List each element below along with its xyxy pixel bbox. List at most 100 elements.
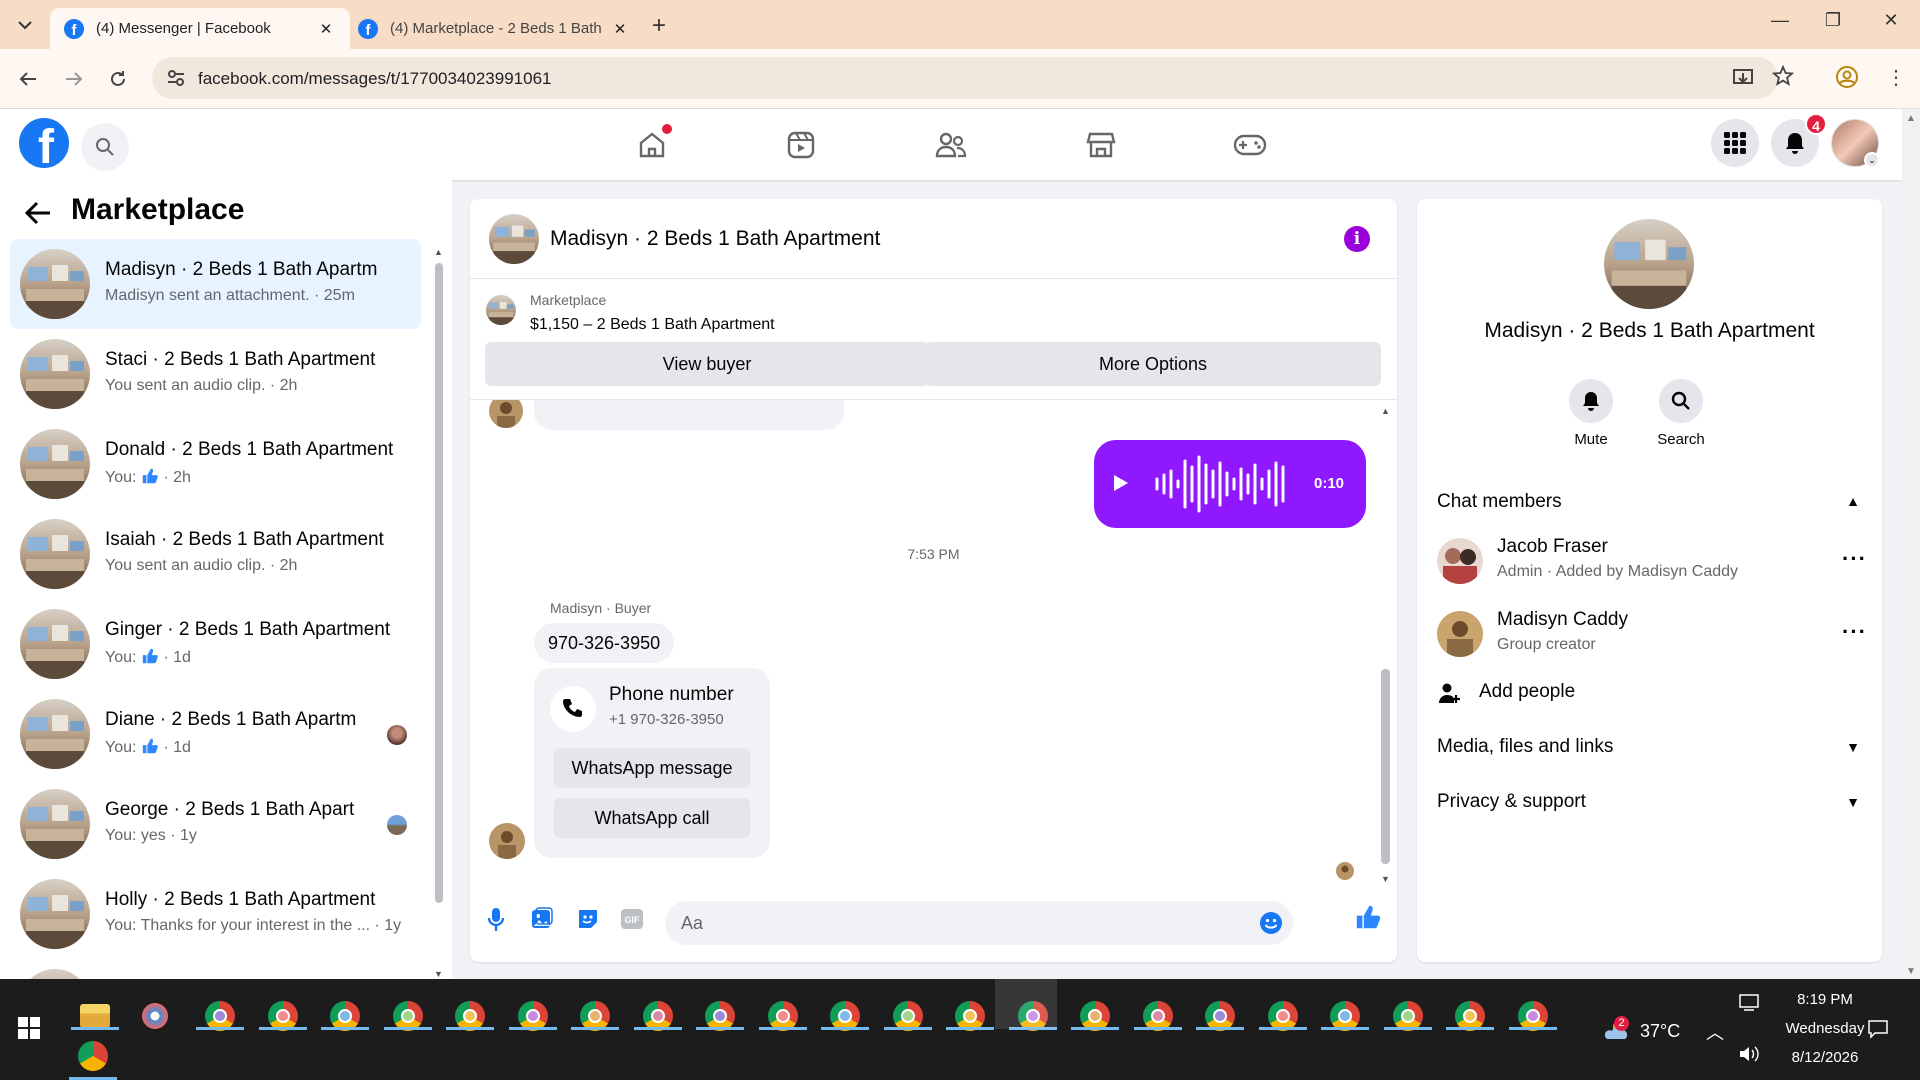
chevron-up-icon[interactable]: ︿	[1706, 1019, 1724, 1045]
arrow-left-icon	[19, 72, 36, 86]
paint-app-icon[interactable]	[140, 1001, 170, 1031]
close-window-button[interactable]: ✕	[1876, 10, 1906, 31]
scroll-up-arrow-icon[interactable]: ▲	[1906, 113, 1916, 124]
windows-start-icon[interactable]	[18, 1017, 40, 1039]
chat-avatar[interactable]	[489, 214, 539, 264]
like-thumbs-up-icon[interactable]	[1354, 903, 1382, 931]
scroll-down-arrow-icon[interactable]: ▼	[1906, 966, 1916, 977]
conversation-item-ginger[interactable]: Ginger · 2 Beds 1 Bath Apartment You: · …	[10, 599, 421, 689]
minimize-button[interactable]: —	[1765, 10, 1795, 31]
emoji-icon[interactable]	[1259, 911, 1283, 935]
back-arrow-icon[interactable]	[24, 200, 52, 226]
sidebar-scroll-thumb[interactable]	[435, 263, 443, 903]
scroll-up-arrow-icon[interactable]: ▲	[434, 247, 443, 257]
whatsapp-call-button[interactable]: WhatsApp call	[554, 798, 750, 838]
tab-search-button[interactable]	[12, 12, 38, 38]
facebook-favicon-icon: f	[64, 18, 84, 39]
conversation-item-partial[interactable]	[10, 959, 421, 979]
forward-button[interactable]	[60, 65, 88, 93]
home-icon	[639, 132, 665, 158]
restore-button[interactable]: ❐	[1818, 10, 1848, 31]
conversation-item-donald[interactable]: Donald · 2 Beds 1 Bath Apartment You: · …	[10, 419, 421, 509]
conversation-item-madisyn[interactable]: Madisyn · 2 Beds 1 Bath Apartm Madisyn s…	[10, 239, 421, 329]
media-files-section[interactable]: Media, files and links	[1437, 736, 1613, 758]
clock-time[interactable]: 8:19 PM	[1770, 991, 1880, 1008]
chat-members-header[interactable]: Chat members	[1437, 491, 1562, 513]
close-tab-icon[interactable]: ✕	[316, 20, 336, 38]
mute-button[interactable]: Mute	[1546, 379, 1636, 448]
file-explorer-icon[interactable]	[80, 1004, 110, 1028]
site-settings-icon[interactable]	[166, 68, 186, 88]
chevron-down-icon[interactable]: ▼	[1846, 739, 1860, 755]
microphone-icon[interactable]	[487, 907, 505, 933]
conversation-item-staci[interactable]: Staci · 2 Beds 1 Bath Apartment You sent…	[10, 329, 421, 419]
browser-tab-messenger[interactable]: f (4) Messenger | Facebook ✕	[50, 8, 350, 49]
conversation-item-diane[interactable]: Diane · 2 Beds 1 Bath Apartm You: · 1d	[10, 689, 421, 779]
search-in-conversation-button[interactable]: Search	[1636, 379, 1726, 448]
address-bar[interactable]: facebook.com/messages/t/1770034023991061	[152, 57, 1778, 99]
temperature[interactable]: 37°C	[1640, 1021, 1680, 1042]
nav-marketplace[interactable]	[1083, 127, 1119, 163]
running-indicator	[759, 1027, 807, 1030]
message-bubble: 970-326-3950	[534, 623, 675, 663]
chrome-window-icon[interactable]	[78, 1041, 108, 1071]
new-tab-button[interactable]: +	[652, 12, 666, 40]
member-options-icon[interactable]: ···	[1842, 546, 1867, 572]
audio-message[interactable]: 0:10	[1094, 440, 1366, 528]
chevron-down-icon[interactable]: ▼	[1846, 794, 1860, 810]
running-indicator	[509, 1027, 557, 1030]
sticker-icon[interactable]	[576, 907, 600, 931]
close-tab-icon[interactable]: ✕	[610, 20, 630, 38]
listing-title[interactable]: $1,150 – 2 Beds 1 Bath Apartment	[530, 316, 775, 334]
conversation-item-holly[interactable]: Holly · 2 Beds 1 Bath Apartment You: Tha…	[10, 869, 421, 959]
info-icon[interactable]: i	[1344, 226, 1370, 252]
profile-icon[interactable]	[1835, 65, 1859, 89]
photo-icon[interactable]	[531, 907, 553, 931]
running-indicator	[634, 1027, 682, 1030]
chat-title[interactable]: Madisyn · 2 Beds 1 Bath Apartment	[550, 227, 880, 251]
menu-button[interactable]	[1711, 119, 1759, 167]
scroll-down-arrow-icon[interactable]: ▼	[1381, 874, 1390, 884]
conversation-item-george[interactable]: George · 2 Beds 1 Bath Apart You: yes · …	[10, 779, 421, 869]
scroll-up-arrow-icon[interactable]: ▲	[1381, 406, 1390, 416]
phone-icon-wrap	[550, 686, 596, 732]
page-scrollbar[interactable]: ▲ ▼	[1902, 109, 1920, 979]
gaming-icon	[1233, 134, 1267, 156]
member-options-icon[interactable]: ···	[1842, 619, 1867, 645]
play-icon[interactable]	[1112, 473, 1130, 493]
profile-badge-icon	[1276, 1009, 1290, 1023]
chevron-down-icon	[18, 21, 32, 30]
member-item[interactable]: Madisyn Caddy Group creator ···	[1437, 607, 1867, 663]
reload-button[interactable]	[104, 65, 132, 93]
account-chevron-icon[interactable]: ⌄	[1864, 152, 1880, 168]
volume-icon[interactable]	[1738, 1045, 1760, 1063]
nav-gaming[interactable]	[1232, 127, 1268, 163]
clock-day[interactable]: Wednesday	[1770, 1020, 1880, 1037]
conversation-sidebar: Marketplace Madisyn · 2 Beds 1 Bath Apar…	[0, 180, 452, 979]
running-indicator	[571, 1027, 619, 1030]
chat-scroll-thumb[interactable]	[1381, 669, 1390, 864]
scroll-down-arrow-icon[interactable]: ▼	[434, 969, 443, 979]
add-people-button[interactable]: Add people	[1437, 681, 1575, 703]
facebook-logo[interactable]: f	[19, 118, 69, 168]
back-button[interactable]	[14, 65, 42, 93]
nav-friends[interactable]	[933, 127, 969, 163]
member-item[interactable]: Jacob Fraser Admin · Added by Madisyn Ca…	[1437, 534, 1867, 590]
clock-date[interactable]: 8/12/2026	[1770, 1049, 1880, 1066]
facebook-search-button[interactable]	[81, 123, 129, 171]
browser-menu-icon[interactable]: ⋮	[1886, 65, 1906, 90]
nav-reels[interactable]	[783, 127, 819, 163]
view-buyer-button[interactable]: View buyer	[485, 342, 929, 386]
network-icon[interactable]	[1738, 993, 1760, 1011]
install-app-icon[interactable]	[1732, 67, 1754, 89]
whatsapp-message-button[interactable]: WhatsApp message	[554, 748, 750, 788]
conversation-item-isaiah[interactable]: Isaiah · 2 Beds 1 Bath Apartment You sen…	[10, 509, 421, 599]
chevron-up-icon[interactable]: ▲	[1846, 493, 1860, 509]
privacy-support-section[interactable]: Privacy & support	[1437, 791, 1586, 813]
bookmark-star-icon[interactable]	[1772, 65, 1794, 87]
message-input[interactable]: Aa	[665, 901, 1293, 945]
more-options-button[interactable]: More Options	[925, 342, 1381, 386]
gif-icon[interactable]: GIF	[620, 907, 644, 931]
notification-center-icon[interactable]	[1867, 1019, 1889, 1039]
browser-tab-marketplace[interactable]: f (4) Marketplace - 2 Beds 1 Bath ✕	[344, 8, 644, 49]
